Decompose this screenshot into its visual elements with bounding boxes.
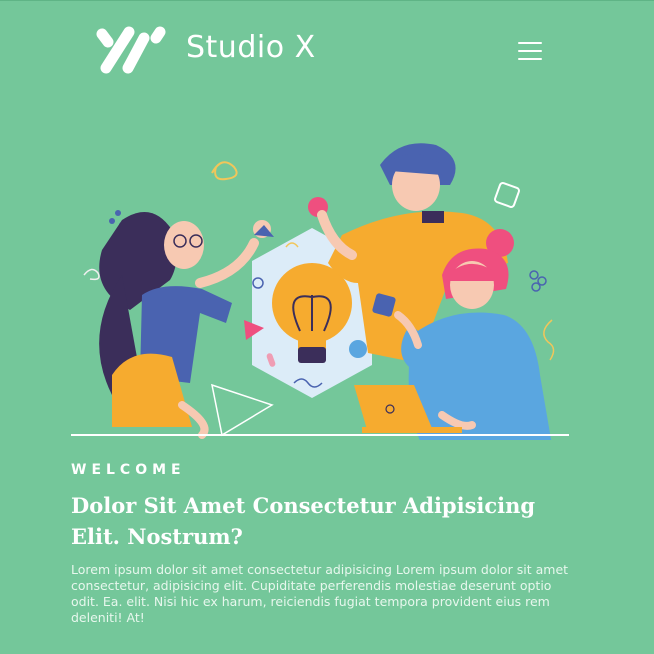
hamburger-menu-icon[interactable] <box>514 38 546 64</box>
intro-paragraph: Lorem ipsum dolor sit amet consectetur a… <box>71 562 569 625</box>
menu-bar <box>518 50 542 52</box>
hero-divider <box>71 434 569 436</box>
team-brainstorm-lightbulb-illustration <box>83 143 555 440</box>
slash-stripes-logo-icon[interactable] <box>94 26 168 78</box>
menu-bar <box>518 42 542 44</box>
site-header: Studio X <box>0 0 654 100</box>
menu-bar <box>518 58 542 60</box>
eyebrow-label: WELCOME <box>71 462 186 478</box>
brand-name[interactable]: Studio X <box>186 30 316 65</box>
headline: Dolor Sit Amet Consectetur Adipisicing E… <box>71 493 536 549</box>
